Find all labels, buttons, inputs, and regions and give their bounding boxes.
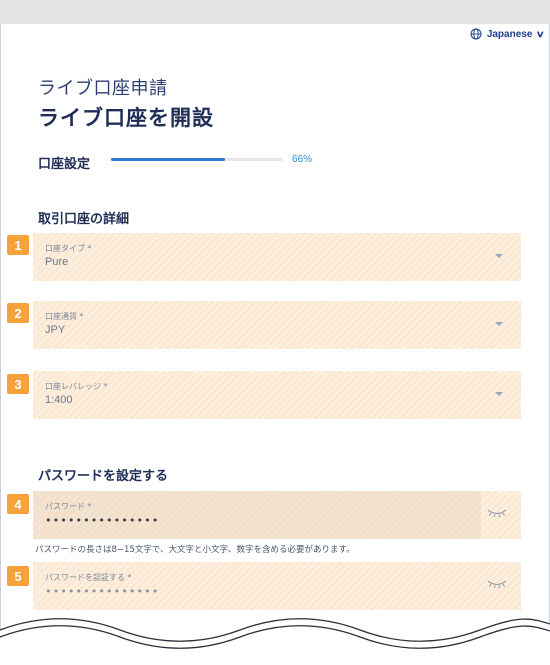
field-label: パスワードを認証する * [45,573,132,582]
progress-bar [111,158,283,161]
field-label: 口座レバレッジ * [45,382,108,391]
field-value: 1:400 [45,394,73,406]
field-value: JPY [45,324,66,336]
password-heading: パスワードを設定する [38,469,169,484]
eye-closed-icon[interactable] [487,507,507,519]
account-type-select[interactable]: 口座タイプ * Pure [33,233,521,281]
torn-edge-divider [0,618,550,665]
dropdown-arrow-icon [495,392,503,396]
dropdown-arrow-icon [495,254,503,258]
page-subtitle: ライブ口座申請 [38,78,168,99]
step-badge-2: 2 [7,303,29,323]
step-badge-5: 5 [7,566,29,586]
page-title: ライブ口座を開設 [38,106,214,130]
account-details-heading: 取引口座の詳細 [38,212,130,227]
account-leverage-select[interactable]: 口座レバレッジ * 1:400 [33,371,521,419]
progress-label: 口座設定 [38,157,91,172]
progress-fill [111,158,225,161]
account-currency-select[interactable]: 口座通貨 * JPY [33,301,521,349]
globe-icon [470,28,482,40]
step-badge-4: 4 [7,494,29,514]
field-label: パスワード * [45,502,92,511]
password-hint: パスワードの長さは8−15文字で、大文字と小文字、数字を含める必要があります。 [35,545,355,555]
field-value: Pure [45,256,69,268]
progress-percent: 66% [292,154,313,165]
language-selector[interactable]: Japanese ∨ [470,28,546,40]
language-label: Japanese [486,28,533,40]
chevron-down-icon: ∨ [536,28,546,39]
step-badge-1: 1 [7,235,29,255]
browser-top-bar [0,0,550,25]
field-label: 口座通貨 * [45,312,84,321]
confirm-password-value: ••••••••••••••• [45,585,160,598]
field-label: 口座タイプ * [45,244,92,253]
eye-closed-icon[interactable] [487,578,507,590]
step-badge-3: 3 [7,374,29,394]
password-field[interactable]: パスワード * ••••••••••••••• [33,491,521,539]
password-value: ••••••••••••••• [45,514,160,527]
dropdown-arrow-icon [495,322,503,326]
